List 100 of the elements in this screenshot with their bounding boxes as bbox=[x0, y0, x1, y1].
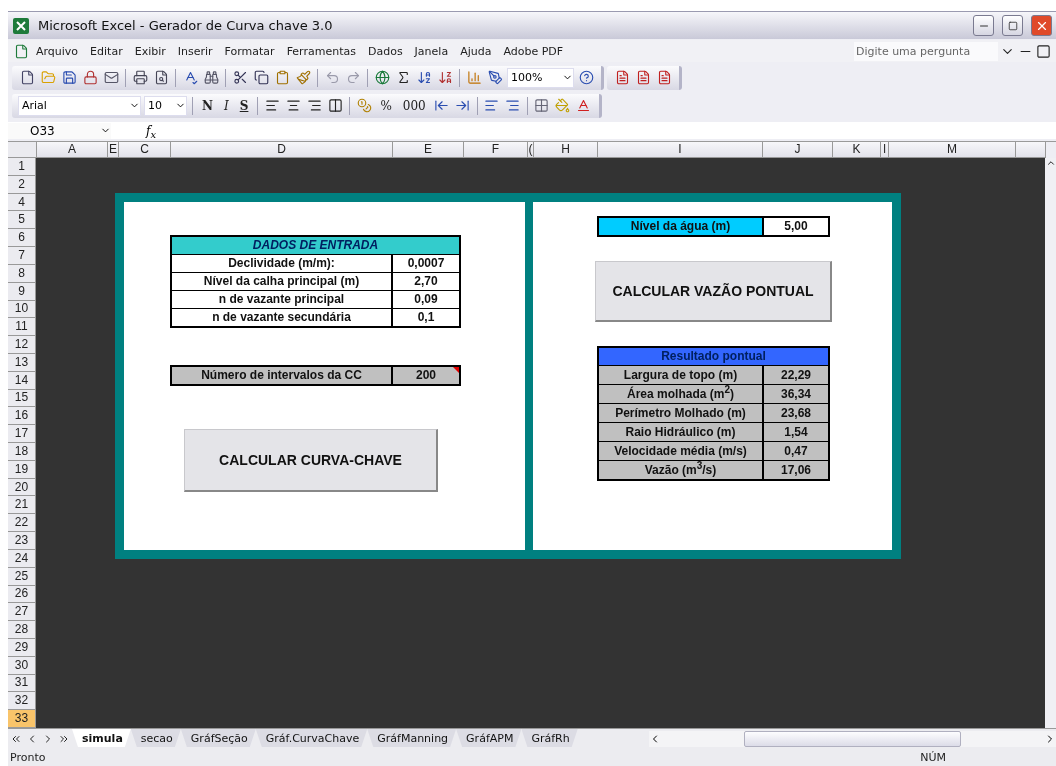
binoculars-icon[interactable] bbox=[202, 68, 220, 87]
table-cell: Perímetro Molhado (m) bbox=[599, 404, 764, 423]
status-text: Pronto bbox=[10, 751, 46, 764]
row-header[interactable]: 21 bbox=[8, 496, 36, 515]
font-field[interactable]: Arial bbox=[18, 95, 141, 116]
minimize-button[interactable] bbox=[973, 15, 994, 36]
table-cell: Raio Hidráulico (m) bbox=[599, 423, 764, 442]
column-header[interactable]: H bbox=[534, 142, 598, 158]
sheet-tab[interactable]: simula bbox=[72, 729, 131, 747]
column-header[interactable]: A bbox=[37, 142, 108, 158]
column-header[interactable]: I bbox=[598, 142, 763, 158]
italic-button[interactable]: I bbox=[219, 98, 233, 113]
row-header[interactable]: 18 bbox=[8, 443, 36, 461]
function-label[interactable]: f$_{x}$ bbox=[111, 123, 167, 138]
horizontal-scrollbar[interactable] bbox=[649, 731, 1056, 747]
app-icon bbox=[12, 16, 30, 35]
first-icon bbox=[10, 733, 22, 745]
table-title: DADOS DE ENTRADA bbox=[172, 237, 459, 255]
lock-icon[interactable] bbox=[81, 68, 99, 87]
drawing-icon[interactable] bbox=[486, 68, 504, 87]
restore-icon bbox=[1007, 20, 1018, 31]
sheet-tab[interactable]: GráfSeção bbox=[180, 729, 256, 747]
close-button[interactable] bbox=[1031, 15, 1052, 36]
bold-button[interactable]: N bbox=[198, 98, 217, 113]
table-cell: Largura de topo (m) bbox=[599, 366, 764, 385]
paintbrush-icon[interactable] bbox=[294, 68, 312, 87]
row-header[interactable]: 16 bbox=[8, 407, 36, 426]
num-lock-indicator: NÚM bbox=[920, 751, 946, 764]
row-header[interactable]: 1 bbox=[8, 158, 36, 176]
menu-item[interactable]: Formatar bbox=[218, 42, 281, 60]
borders-icon[interactable] bbox=[532, 96, 551, 115]
printer-icon[interactable] bbox=[131, 68, 149, 87]
sheet-tab[interactable]: GráfManning bbox=[367, 729, 457, 747]
row-header[interactable]: 6 bbox=[8, 229, 36, 248]
sheet-tab[interactable]: GráfAPM bbox=[456, 729, 522, 747]
row-header[interactable]: 27 bbox=[8, 603, 36, 622]
help-search-field[interactable]: Digite uma pergunta bbox=[854, 41, 998, 61]
menu-item[interactable]: Janela bbox=[408, 42, 455, 60]
menu-item[interactable]: Dados bbox=[361, 42, 409, 60]
table-cell: Área molhada (m$^{2}$) bbox=[599, 385, 764, 404]
row-header[interactable]: 17 bbox=[8, 425, 36, 443]
table-cell: 0,47 bbox=[764, 442, 828, 461]
table-cell: Nível da calha principal (m) bbox=[172, 273, 393, 291]
calculate-flow-button[interactable]: CALCULAR VAZÃO PONTUAL bbox=[595, 261, 832, 322]
column-header[interactable]: D bbox=[171, 142, 393, 158]
row-header[interactable]: 7 bbox=[8, 247, 36, 265]
table-cell: Velocidade média (m/s) bbox=[599, 442, 764, 461]
row-header[interactable]: 33 bbox=[8, 710, 36, 728]
table-cell: 0,0007 bbox=[393, 255, 459, 273]
row-header[interactable]: 23 bbox=[8, 532, 36, 550]
sheet-tab[interactable]: Gráf.CurvaChave bbox=[255, 729, 368, 747]
last-icon bbox=[58, 733, 70, 745]
name-box[interactable]: O33 bbox=[8, 122, 111, 139]
sheet-tab[interactable]: GráfRh bbox=[521, 729, 578, 747]
scissors-icon[interactable] bbox=[231, 68, 249, 87]
fill-color-icon[interactable] bbox=[553, 96, 572, 115]
table-cell: 2,70 bbox=[393, 273, 459, 291]
column-header[interactable] bbox=[1016, 142, 1046, 158]
calculate-curve-button[interactable]: CALCULAR CURVA-CHAVE bbox=[184, 429, 438, 492]
globe-icon[interactable] bbox=[373, 68, 391, 87]
row-header[interactable]: 5 bbox=[8, 211, 36, 230]
column-header[interactable]: J bbox=[763, 142, 833, 158]
percent-button[interactable]: % bbox=[376, 98, 396, 113]
column-header[interactable]: K bbox=[833, 142, 881, 158]
table-cell: 23,68 bbox=[764, 404, 828, 423]
zoom-field[interactable]: 100% bbox=[507, 67, 574, 88]
column-header[interactable]: E bbox=[393, 142, 464, 158]
table-cell: Vazão (m$^{3}$/s) bbox=[599, 461, 764, 479]
column-header[interactable]: M bbox=[889, 142, 1016, 158]
menu-item[interactable]: Editar bbox=[84, 42, 129, 60]
row-header[interactable]: 32 bbox=[8, 692, 36, 711]
menu-item[interactable]: Adobe PDF bbox=[497, 42, 570, 60]
table-cell: 22,29 bbox=[764, 366, 828, 385]
menu-item[interactable]: Ajuda bbox=[454, 42, 498, 60]
column-header[interactable]: F bbox=[464, 142, 528, 158]
restore-button[interactable] bbox=[1002, 15, 1023, 36]
font-size-field[interactable]: 10 bbox=[144, 95, 187, 116]
row-header[interactable]: 12 bbox=[8, 336, 36, 354]
column-header[interactable]: C bbox=[119, 142, 171, 158]
help-icon[interactable] bbox=[577, 68, 595, 87]
merge-icon[interactable] bbox=[326, 96, 345, 115]
menu-item[interactable]: Inserir bbox=[171, 42, 219, 60]
thousands-button[interactable]: 000 bbox=[398, 98, 430, 113]
scroll-thumb[interactable] bbox=[744, 731, 961, 747]
restore-icon[interactable] bbox=[1034, 42, 1052, 60]
underline-button[interactable]: S bbox=[235, 98, 253, 113]
table-cell: 17,06 bbox=[764, 461, 828, 479]
row-header[interactable]: 22 bbox=[8, 514, 36, 533]
coins-icon[interactable] bbox=[355, 96, 374, 115]
save-icon[interactable] bbox=[60, 68, 78, 87]
menu-item[interactable]: Exibir bbox=[128, 42, 172, 60]
menu-item[interactable]: Ferramentas bbox=[280, 42, 362, 60]
row-header[interactable]: 11 bbox=[8, 318, 36, 337]
menu-item[interactable]: Arquivo bbox=[30, 42, 85, 60]
table-cell: Nível da água (m) bbox=[599, 218, 764, 235]
table-cell: 200 bbox=[393, 367, 459, 384]
row-header[interactable]: 28 bbox=[8, 621, 36, 639]
sheet-tab[interactable]: secao bbox=[130, 729, 181, 747]
copy-icon[interactable] bbox=[252, 68, 270, 87]
table-cell: 36,34 bbox=[764, 385, 828, 404]
